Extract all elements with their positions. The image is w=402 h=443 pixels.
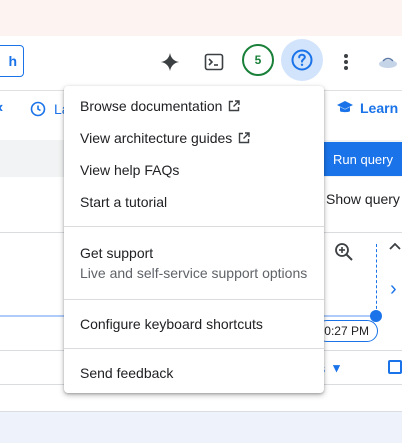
external-link-icon	[228, 100, 241, 112]
help-menu: Browse documentation View architecture g…	[64, 86, 324, 393]
external-link-icon	[238, 132, 250, 144]
gemini-icon[interactable]	[154, 46, 186, 78]
menu-item-send-feedback[interactable]: Send feedback	[64, 357, 324, 389]
notification-badge[interactable]: 5	[242, 44, 274, 76]
menu-item-label: View help FAQs	[80, 162, 180, 178]
learn-icon	[337, 101, 353, 113]
learn-label: Learn	[360, 100, 399, 116]
menu-divider	[64, 299, 324, 300]
show-query-label: Show query	[326, 191, 400, 207]
menu-item-label: Configure keyboard shortcuts	[80, 316, 263, 332]
menu-divider	[64, 226, 324, 227]
learn-button[interactable]: Learn	[336, 100, 398, 116]
clock-icon	[30, 101, 46, 122]
top-banner-strip	[0, 0, 402, 36]
cloud-icon[interactable]	[372, 46, 402, 78]
menu-item-view-architecture-guides[interactable]: View architecture guides	[64, 122, 324, 154]
timeline-cursor-line	[376, 244, 377, 314]
menu-item-label: View architecture guides	[80, 130, 233, 146]
menu-item-configure-shortcuts[interactable]: Configure keyboard shortcuts	[64, 308, 324, 340]
help-icon	[291, 49, 313, 71]
collapse-icon[interactable]	[388, 240, 402, 258]
help-button[interactable]	[281, 39, 323, 81]
menu-item-start-tutorial[interactable]: Start a tutorial	[64, 186, 324, 218]
time-chip: 0:27 PM	[316, 320, 378, 342]
menu-item-view-help-faqs[interactable]: View help FAQs	[64, 154, 324, 186]
chevron-right-icon[interactable]: ›	[390, 278, 397, 301]
header-toolbar: h	[0, 36, 402, 84]
get-support-subtitle: Live and self-service support options	[80, 265, 308, 281]
menu-divider	[64, 348, 324, 349]
terminal-icon[interactable]	[198, 46, 230, 78]
run-query-button[interactable]: Run query	[320, 142, 402, 176]
bottom-panel	[0, 412, 402, 443]
chevron-left-icon[interactable]: ‹	[0, 99, 3, 117]
menu-item-browse-documentation[interactable]: Browse documentation	[64, 90, 324, 122]
search-button[interactable]: h	[0, 45, 24, 77]
zoom-in-icon[interactable]	[334, 242, 354, 267]
menu-item-label: Browse documentation	[80, 98, 223, 114]
chart-icon[interactable]	[388, 360, 402, 374]
menu-item-label: Start a tutorial	[80, 194, 168, 210]
show-query-toggle[interactable]: Show query	[310, 191, 400, 207]
menu-item-label: Send feedback	[80, 365, 174, 381]
caret-down-icon: ▾	[333, 360, 340, 375]
menu-item-get-support[interactable]: Get support Live and self-service suppor…	[64, 235, 324, 291]
get-support-title: Get support	[80, 245, 154, 261]
more-vert-icon[interactable]	[330, 46, 362, 78]
